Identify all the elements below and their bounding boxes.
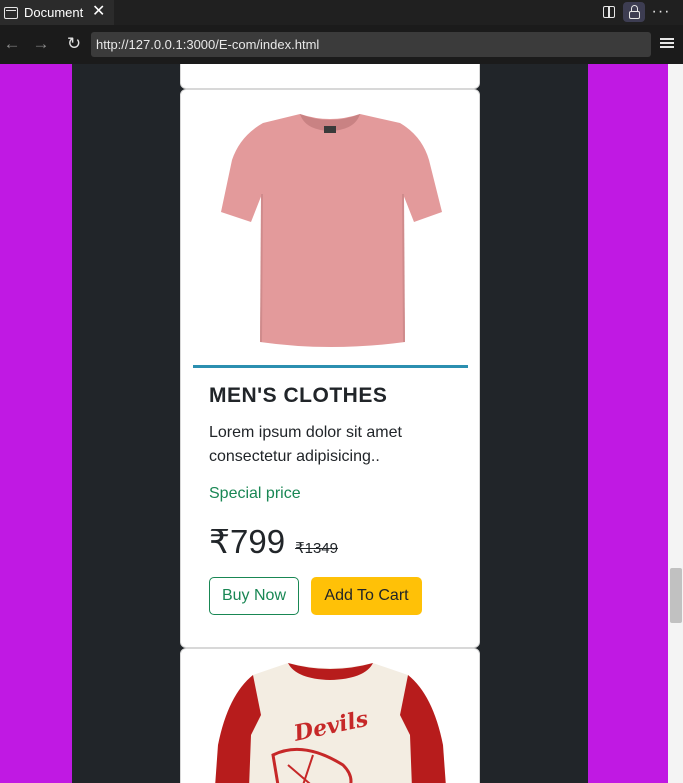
lock-icon[interactable] [623, 2, 645, 22]
original-price: ₹1349 [295, 540, 338, 557]
current-price: ₹799 [209, 523, 286, 560]
scrollbar-track[interactable] [668, 64, 683, 783]
scrollbar-thumb[interactable] [670, 568, 682, 623]
tab-title: Document [24, 5, 84, 20]
forward-arrow-icon[interactable]: → [29, 33, 53, 55]
price-row: ₹799 ₹1349 [209, 522, 338, 561]
more-icon[interactable]: ··· [650, 2, 672, 22]
product-image [193, 90, 468, 366]
add-to-cart-button[interactable]: Add To Cart [311, 577, 422, 615]
product-card: MEN'S CLOTHES Lorem ipsum dolor sit amet… [180, 89, 480, 648]
product-title: MEN'S CLOTHES [209, 384, 388, 407]
reload-icon[interactable]: ↻ [62, 33, 86, 55]
buy-now-button[interactable]: Buy Now [209, 577, 299, 615]
products-container: MEN'S CLOTHES Lorem ipsum dolor sit amet… [72, 64, 588, 783]
product-card-previous [180, 64, 480, 89]
tab-document[interactable]: Document ✕ [0, 0, 114, 25]
tab-bar: Document ✕ ··· [0, 0, 683, 25]
back-arrow-icon[interactable]: ← [0, 33, 24, 55]
close-icon[interactable]: ✕ [92, 3, 105, 21]
product-card-next: Devils [180, 648, 480, 783]
split-view-icon[interactable] [598, 2, 620, 22]
special-price-label: Special price [209, 485, 301, 502]
product-image-next: Devils [193, 655, 468, 783]
product-description: Lorem ipsum dolor sit amet consectetur a… [209, 424, 402, 465]
address-bar: ← → ↻ http://127.0.0.1:3000/E-com/index.… [0, 25, 683, 64]
image-divider [193, 365, 468, 368]
url-input[interactable]: http://127.0.0.1:3000/E-com/index.html [91, 32, 651, 57]
document-icon [4, 6, 18, 19]
menu-icon[interactable] [660, 38, 674, 50]
page-viewport: MEN'S CLOTHES Lorem ipsum dolor sit amet… [0, 64, 668, 783]
